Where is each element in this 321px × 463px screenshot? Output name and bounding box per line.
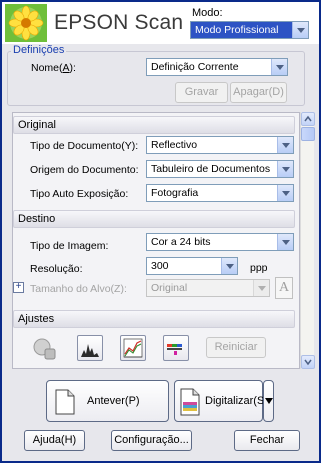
epson-logo-icon: [5, 4, 47, 42]
chevron-down-icon[interactable]: [277, 234, 293, 250]
settings-name-value: Definição Corrente: [151, 61, 239, 73]
auto-exposure-label: Tipo Auto Exposição:: [30, 188, 129, 200]
document-icon: [55, 389, 75, 415]
chevron-down-icon[interactable]: [253, 280, 269, 296]
chevron-down-icon[interactable]: [277, 185, 293, 201]
target-size-value: Original: [151, 282, 188, 294]
reset-button[interactable]: Reiniciar: [206, 337, 266, 358]
auto-exposure-value: Fotografia: [151, 187, 199, 199]
scan-document-icon: [180, 388, 200, 416]
dust-removal-icon[interactable]: [30, 334, 60, 364]
resolution-unit: ppp: [250, 262, 268, 274]
expand-plus-icon[interactable]: +: [13, 282, 24, 293]
histogram-icon[interactable]: [77, 335, 103, 361]
scan-label: Digitalizar(S): [205, 395, 268, 407]
destination-section-header: Destino: [13, 210, 295, 228]
panel-scrollbar[interactable]: [300, 112, 315, 369]
app-title: EPSON Scan: [54, 11, 184, 34]
preview-button[interactable]: Antever(P): [46, 380, 169, 422]
mode-label: Modo:: [192, 7, 223, 19]
mode-select[interactable]: Modo Profissional: [190, 21, 309, 39]
orientation-icon[interactable]: A: [275, 277, 293, 299]
auto-exposure-select[interactable]: Fotografia: [146, 184, 294, 202]
target-size-label: Tamanho do Alvo(Z):: [30, 283, 127, 295]
target-size-select[interactable]: Original: [146, 279, 270, 297]
chevron-down-icon[interactable]: [221, 258, 237, 274]
scan-button[interactable]: Digitalizar(S): [174, 380, 268, 422]
chevron-down-icon[interactable]: [271, 59, 287, 75]
chevron-down-icon[interactable]: [277, 137, 293, 153]
help-button[interactable]: Ajuda(H): [24, 430, 85, 451]
image-type-select[interactable]: Cor a 24 bits: [146, 233, 294, 251]
name-label: Nome(A):: [31, 62, 76, 74]
resolution-value: 300: [151, 260, 169, 272]
configuration-button[interactable]: Configuração...: [111, 430, 192, 451]
triangle-down-icon: [265, 398, 273, 404]
scroll-up-button[interactable]: [301, 112, 315, 126]
header: EPSON Scan Modo: Modo Profissional: [2, 2, 319, 44]
adjustments-section-header: Ajustes: [13, 310, 295, 328]
chevron-down-icon[interactable]: [277, 161, 293, 177]
scan-options-button[interactable]: [263, 380, 274, 422]
image-type-value: Cor a 24 bits: [151, 236, 211, 248]
doc-type-select[interactable]: Reflectivo: [146, 136, 294, 154]
scroll-thumb[interactable]: [301, 127, 315, 141]
doc-source-value: Tabuleiro de Documentos: [151, 163, 271, 175]
original-section-header: Original: [13, 116, 295, 134]
resolution-select[interactable]: 300: [146, 257, 238, 275]
preview-label: Antever(P): [87, 395, 140, 407]
mode-select-value: Modo Profissional: [195, 24, 279, 36]
settings-name-select[interactable]: Definição Corrente: [146, 58, 288, 76]
color-palette-icon[interactable]: [163, 335, 189, 361]
resolution-label: Resolução:: [30, 263, 83, 275]
doc-type-label: Tipo de Documento(Y):: [30, 140, 139, 152]
chevron-down-icon[interactable]: [292, 22, 308, 38]
image-type-label: Tipo de Imagem:: [30, 240, 109, 252]
settings-group-title: Definições: [11, 44, 67, 56]
doc-type-value: Reflectivo: [151, 139, 198, 151]
tone-correction-icon[interactable]: [120, 335, 146, 361]
doc-source-select[interactable]: Tabuleiro de Documentos: [146, 160, 294, 178]
scroll-down-button[interactable]: [301, 355, 315, 369]
doc-source-label: Origem do Documento:: [30, 164, 139, 176]
save-button[interactable]: Gravar: [175, 82, 228, 103]
close-button[interactable]: Fechar: [234, 430, 300, 451]
delete-button[interactable]: Apagar(D): [230, 82, 287, 103]
